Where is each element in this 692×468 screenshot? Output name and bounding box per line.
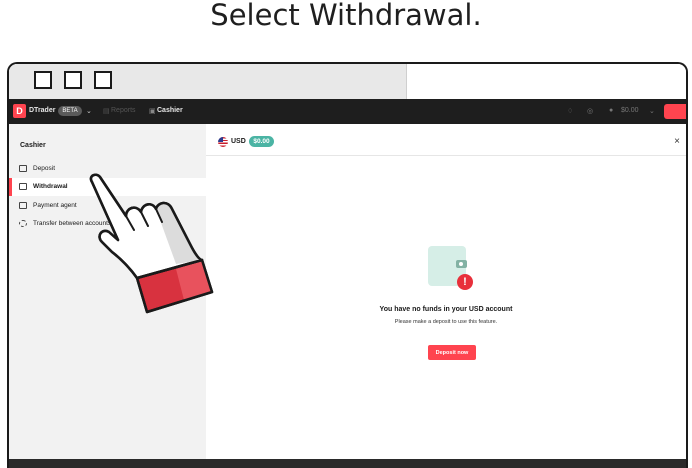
deposit-now-button[interactable]: Deposit now bbox=[428, 345, 476, 360]
account-header: USD $0.00 × bbox=[206, 124, 686, 156]
header-balance[interactable]: $0.00 bbox=[621, 107, 639, 114]
balance-badge: $0.00 bbox=[249, 136, 274, 147]
balance-chevron-icon[interactable]: ⌄ bbox=[649, 107, 655, 115]
chevron-down-icon[interactable]: ⌄ bbox=[86, 107, 92, 115]
wallet-clasp bbox=[456, 260, 467, 268]
sidebar-title: Cashier bbox=[20, 142, 46, 149]
window-button-2[interactable] bbox=[64, 71, 82, 89]
withdrawal-panel: USD $0.00 × ! You have no funds in your … bbox=[206, 124, 686, 468]
brand-logo-icon[interactable]: D bbox=[13, 104, 26, 118]
nav-reports[interactable]: Reports bbox=[111, 107, 136, 114]
window-button-1[interactable] bbox=[34, 71, 52, 89]
app-name[interactable]: DTrader bbox=[29, 107, 55, 114]
cashier-icon: ▣ bbox=[149, 108, 156, 115]
reports-icon: ▤ bbox=[103, 108, 110, 115]
alert-icon: ! bbox=[457, 274, 473, 290]
empty-state-title: You have no funds in your USD account bbox=[379, 306, 513, 313]
empty-state-subtitle: Please make a deposit to use this featur… bbox=[394, 319, 498, 325]
header-deposit-button[interactable] bbox=[664, 104, 686, 119]
footer-bar bbox=[9, 459, 686, 468]
withdrawal-icon bbox=[19, 183, 27, 190]
sidebar-item-label: Payment agent bbox=[33, 202, 77, 209]
account-icon[interactable]: ◎ bbox=[587, 107, 593, 115]
currency-label: USD bbox=[231, 138, 246, 145]
payment-agent-icon bbox=[19, 202, 27, 209]
window-titlebar bbox=[9, 64, 686, 99]
notifications-icon[interactable]: ♢ bbox=[567, 107, 573, 115]
nav-cashier[interactable]: Cashier bbox=[157, 107, 183, 114]
active-indicator bbox=[9, 178, 12, 196]
transfer-icon bbox=[19, 220, 27, 227]
pointing-hand-icon bbox=[89, 173, 214, 314]
app-header: D DTrader BETA ⌄ ▤ Reports ▣ Cashier ♢ ◎… bbox=[9, 99, 686, 124]
deposit-icon bbox=[19, 165, 27, 172]
sidebar-item-label: Deposit bbox=[33, 165, 56, 172]
close-icon[interactable]: × bbox=[674, 136, 680, 147]
us-flag-icon bbox=[218, 137, 228, 147]
currency-flag-icon: ● bbox=[609, 107, 614, 114]
window-button-3[interactable] bbox=[94, 71, 112, 89]
sidebar-item-label: Withdrawal bbox=[33, 183, 68, 190]
beta-badge: BETA bbox=[58, 106, 82, 116]
instruction-heading: Select Withdrawal. bbox=[210, 0, 482, 32]
